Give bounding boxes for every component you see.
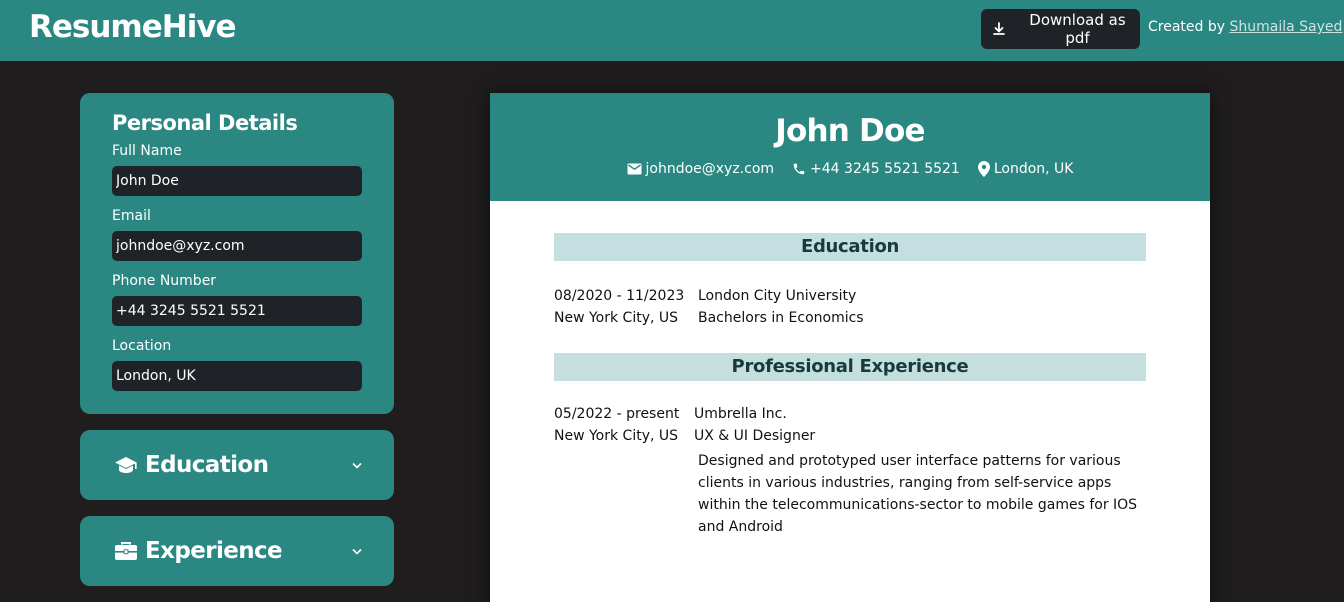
- briefcase-icon: [114, 541, 140, 561]
- entry-org: London City University: [698, 288, 857, 304]
- entry-dates: 08/2020 - 11/2023: [554, 288, 685, 304]
- brand-logo: ResumeHive: [29, 9, 237, 45]
- resume-email: johndoe@xyz.com: [627, 161, 775, 177]
- personal-details-title: Personal Details: [112, 111, 298, 135]
- mail-icon: [627, 163, 641, 175]
- resume-email-text: johndoe@xyz.com: [645, 161, 775, 177]
- personal-details-panel: Personal Details Full Name Email Phone N…: [80, 93, 394, 414]
- location-label: Location: [112, 338, 172, 354]
- resume-phone: +44 3245 5521 5521: [792, 161, 960, 177]
- download-icon: [993, 22, 1005, 35]
- education-section-title: Education: [554, 233, 1146, 261]
- experience-panel-title: Experience: [145, 538, 283, 564]
- chevron-down-icon: [352, 548, 362, 555]
- entry-details: Umbrella Inc. UX & UI Designer: [694, 403, 815, 447]
- resume-phone-text: +44 3245 5521 5521: [810, 161, 960, 177]
- phone-input[interactable]: [112, 296, 362, 326]
- entry-meta: 08/2020 - 11/2023 New York City, US: [554, 285, 698, 329]
- credit-prefix: Created by: [1148, 19, 1226, 35]
- experience-panel-toggle[interactable]: Experience: [80, 516, 394, 586]
- chevron-down-icon: [352, 462, 362, 469]
- entry-dates: 05/2022 - present: [554, 406, 680, 422]
- download-pdf-label: Download as pdf: [1029, 11, 1126, 47]
- education-entry: 08/2020 - 11/2023 New York City, US Lond…: [554, 285, 1146, 329]
- resume-location: London, UK: [977, 161, 1074, 177]
- entry-description: Designed and prototyped user interface p…: [698, 453, 1138, 535]
- experience-entry: 05/2022 - present New York City, US Umbr…: [554, 403, 1146, 447]
- resume-header: John Doe johndoe@xyz.com +44 3245 5521 5…: [490, 93, 1210, 201]
- entry-role: Bachelors in Economics: [698, 310, 864, 326]
- resume-preview: John Doe johndoe@xyz.com +44 3245 5521 5…: [490, 93, 1210, 602]
- resume-contacts: johndoe@xyz.com +44 3245 5521 5521 Londo…: [490, 161, 1210, 177]
- email-input[interactable]: [112, 231, 362, 261]
- education-panel-title: Education: [145, 452, 269, 478]
- graduation-cap-icon: [114, 455, 140, 475]
- download-pdf-button[interactable]: Download as pdf: [981, 9, 1140, 49]
- education-panel-toggle[interactable]: Education: [80, 430, 394, 500]
- experience-section-title: Professional Experience: [554, 353, 1146, 381]
- full-name-input[interactable]: [112, 166, 362, 196]
- top-bar: ResumeHive Download as pdf Created by Sh…: [0, 0, 1344, 61]
- resume-name: John Doe: [775, 113, 925, 149]
- entry-role: UX & UI Designer: [694, 428, 816, 444]
- location-input[interactable]: [112, 361, 362, 391]
- entry-meta: 05/2022 - present New York City, US: [554, 403, 694, 447]
- email-label: Email: [112, 208, 151, 224]
- phone-label: Phone Number: [112, 273, 217, 289]
- resume-location-text: London, UK: [993, 161, 1074, 177]
- resume-body: Education 08/2020 - 11/2023 New York Cit…: [490, 201, 1210, 538]
- entry-details: London City University Bachelors in Econ…: [698, 285, 864, 329]
- author-link[interactable]: Shumaila Sayed: [1229, 19, 1342, 35]
- entry-org: Umbrella Inc.: [694, 406, 787, 422]
- phone-icon: [793, 163, 805, 175]
- entry-place: New York City, US: [554, 428, 679, 444]
- entry-place: New York City, US: [554, 310, 679, 326]
- credit-text: Created by Shumaila Sayed: [1148, 19, 1342, 35]
- location-pin-icon: [977, 161, 990, 177]
- full-name-label: Full Name: [112, 143, 182, 159]
